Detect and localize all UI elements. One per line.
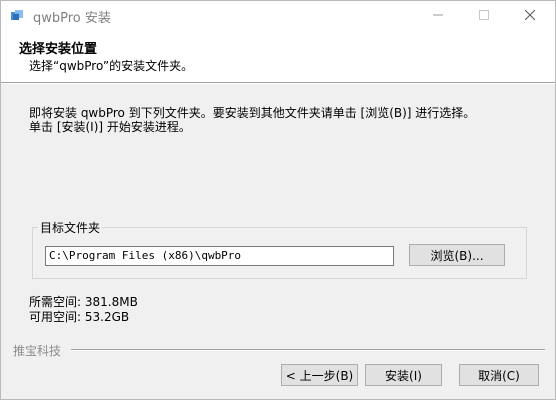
install-button[interactable]: 安装(I)	[365, 364, 442, 386]
maximize-button[interactable]	[461, 1, 507, 31]
instructions-line-1: 即将安装 qwbPro 到下列文件夹。要安装到其他文件夹请单击 [浏览(B)] …	[29, 106, 476, 120]
instructions: 即将安装 qwbPro 到下列文件夹。要安装到其他文件夹请单击 [浏览(B)] …	[29, 106, 549, 134]
page-title: 选择安装位置	[19, 42, 98, 57]
space-info: 所需空间: 381.8MB 可用空间: 53.2GB	[29, 295, 138, 325]
maximize-icon	[479, 9, 489, 23]
destination-path-input[interactable]: C:\Program Files (x86)\qwbPro	[45, 246, 394, 266]
window-title: qwbPro 安装	[33, 11, 111, 26]
title-bar[interactable]: qwbPro 安装	[1, 1, 555, 31]
wizard-header: 选择安装位置 选择“qwbPro”的安装文件夹。	[1, 31, 555, 82]
header-divider	[1, 82, 555, 84]
footer-divider	[71, 349, 545, 351]
minimize-icon	[433, 9, 443, 23]
page-subtitle: 选择“qwbPro”的安装文件夹。	[29, 59, 194, 73]
app-icon	[10, 9, 24, 23]
available-space: 可用空间: 53.2GB	[29, 310, 130, 324]
back-button[interactable]: < 上一步(B)	[281, 364, 358, 386]
close-button[interactable]	[507, 1, 553, 31]
installer-window: qwbPro 安装 选择安装位置 选择“qwbPro”的安装文件夹。 即将安装 …	[0, 0, 556, 400]
brand-label: 推宝科技	[13, 342, 66, 359]
cancel-button[interactable]: 取消(C)	[459, 364, 539, 386]
close-icon	[524, 9, 536, 23]
browse-button[interactable]: 浏览(B)...	[409, 244, 505, 266]
minimize-button[interactable]	[415, 1, 461, 31]
required-space: 所需空间: 381.8MB	[29, 295, 138, 309]
instructions-line-2: 单击 [安装(I)] 开始安装进程。	[29, 120, 191, 134]
destination-group-label: 目标文件夹	[38, 219, 103, 236]
